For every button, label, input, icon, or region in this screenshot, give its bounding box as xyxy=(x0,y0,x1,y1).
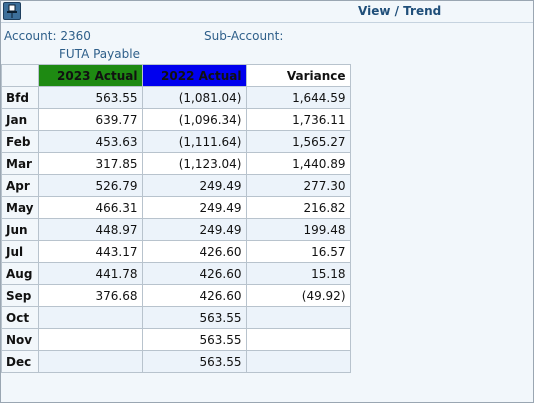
actual-2022-cell: 563.55 xyxy=(141,306,247,329)
pin-icon xyxy=(7,4,17,18)
table-row[interactable]: Oct 563.55 xyxy=(1,306,351,329)
variance-cell: 216.82 xyxy=(245,196,351,219)
variance-cell: 1,644.59 xyxy=(245,86,351,109)
actual-2022-cell: 249.49 xyxy=(141,174,247,197)
pin-button[interactable] xyxy=(3,2,21,20)
actual-2023-cell: 448.97 xyxy=(37,218,143,241)
account-info: Account: 2360 xyxy=(4,29,91,43)
variance-cell: 1,565.27 xyxy=(245,130,351,153)
actual-2023-cell xyxy=(37,350,143,373)
actual-2022-cell: (1,081.04) xyxy=(141,86,247,109)
actual-2023-cell: 563.55 xyxy=(37,86,143,109)
variance-cell xyxy=(245,306,351,329)
account-number: 2360 xyxy=(60,29,91,43)
table-row[interactable]: Jun 448.97 249.49 199.48 xyxy=(1,218,351,241)
actual-2023-cell xyxy=(37,306,143,329)
actual-2022-cell: (1,111.64) xyxy=(141,130,247,153)
title-bar: View / Trend xyxy=(1,1,533,23)
column-header-variance[interactable]: Variance xyxy=(245,64,351,87)
actual-2022-cell: 249.49 xyxy=(141,218,247,241)
period-cell: Bfd xyxy=(1,86,39,109)
period-cell: Jul xyxy=(1,240,39,263)
table-row[interactable]: Mar 317.85 (1,123.04) 1,440.89 xyxy=(1,152,351,175)
actual-2023-cell: 526.79 xyxy=(37,174,143,197)
period-cell: Jan xyxy=(1,108,39,131)
sub-account-info: Sub-Account: xyxy=(204,29,283,43)
variance-cell: 15.18 xyxy=(245,262,351,285)
actual-2022-cell: 563.55 xyxy=(141,350,247,373)
period-cell: Aug xyxy=(1,262,39,285)
actual-2022-cell: (1,096.34) xyxy=(141,108,247,131)
period-cell: Oct xyxy=(1,306,39,329)
period-cell: Apr xyxy=(1,174,39,197)
period-cell: Dec xyxy=(1,350,39,373)
variance-cell xyxy=(245,350,351,373)
table-row[interactable]: Aug 441.78 426.60 15.18 xyxy=(1,262,351,285)
period-cell: Sep xyxy=(1,284,39,307)
variance-cell: 16.57 xyxy=(245,240,351,263)
sub-account-label: Sub-Account: xyxy=(204,29,284,43)
actual-2022-cell: 426.60 xyxy=(141,262,247,285)
variance-cell: 1,440.89 xyxy=(245,152,351,175)
actual-2023-cell: 441.78 xyxy=(37,262,143,285)
actual-2023-cell: 466.31 xyxy=(37,196,143,219)
variance-cell xyxy=(245,328,351,351)
variance-cell: 1,736.11 xyxy=(245,108,351,131)
table-row[interactable]: Dec 563.55 xyxy=(1,350,351,373)
actual-2022-cell: (1,123.04) xyxy=(141,152,247,175)
table-header-row: 2023 Actual 2022 Actual Variance xyxy=(1,64,351,87)
variance-cell: 277.30 xyxy=(245,174,351,197)
column-header-2022-actual[interactable]: 2022 Actual xyxy=(141,64,247,87)
variance-cell: (49.92) xyxy=(245,284,351,307)
actual-2023-cell: 639.77 xyxy=(37,108,143,131)
table-row[interactable]: Bfd 563.55 (1,081.04) 1,644.59 xyxy=(1,86,351,109)
period-cell: May xyxy=(1,196,39,219)
table-row[interactable]: Sep 376.68 426.60 (49.92) xyxy=(1,284,351,307)
variance-cell: 199.48 xyxy=(245,218,351,241)
period-cell: Nov xyxy=(1,328,39,351)
table-row[interactable]: Nov 563.55 xyxy=(1,328,351,351)
period-cell: Feb xyxy=(1,130,39,153)
actual-2023-cell xyxy=(37,328,143,351)
actual-2023-cell: 317.85 xyxy=(37,152,143,175)
trend-table: 2023 Actual 2022 Actual Variance Bfd 563.… xyxy=(1,64,351,373)
corner-cell xyxy=(1,64,39,87)
account-label: Account: xyxy=(4,29,57,43)
account-name: FUTA Payable xyxy=(59,47,140,61)
table-row[interactable]: Feb 453.63 (1,111.64) 1,565.27 xyxy=(1,130,351,153)
view-title: View / Trend xyxy=(358,4,442,18)
actual-2022-cell: 426.60 xyxy=(141,240,247,263)
actual-2023-cell: 376.68 xyxy=(37,284,143,307)
table-row[interactable]: Jan 639.77 (1,096.34) 1,736.11 xyxy=(1,108,351,131)
table-row[interactable]: May 466.31 249.49 216.82 xyxy=(1,196,351,219)
actual-2023-cell: 453.63 xyxy=(37,130,143,153)
table-row[interactable]: Apr 526.79 249.49 277.30 xyxy=(1,174,351,197)
column-header-2023-actual[interactable]: 2023 Actual xyxy=(37,64,143,87)
actual-2022-cell: 426.60 xyxy=(141,284,247,307)
table-row[interactable]: Jul 443.17 426.60 16.57 xyxy=(1,240,351,263)
actual-2022-cell: 249.49 xyxy=(141,196,247,219)
actual-2023-cell: 443.17 xyxy=(37,240,143,263)
period-cell: Mar xyxy=(1,152,39,175)
actual-2022-cell: 563.55 xyxy=(141,328,247,351)
period-cell: Jun xyxy=(1,218,39,241)
